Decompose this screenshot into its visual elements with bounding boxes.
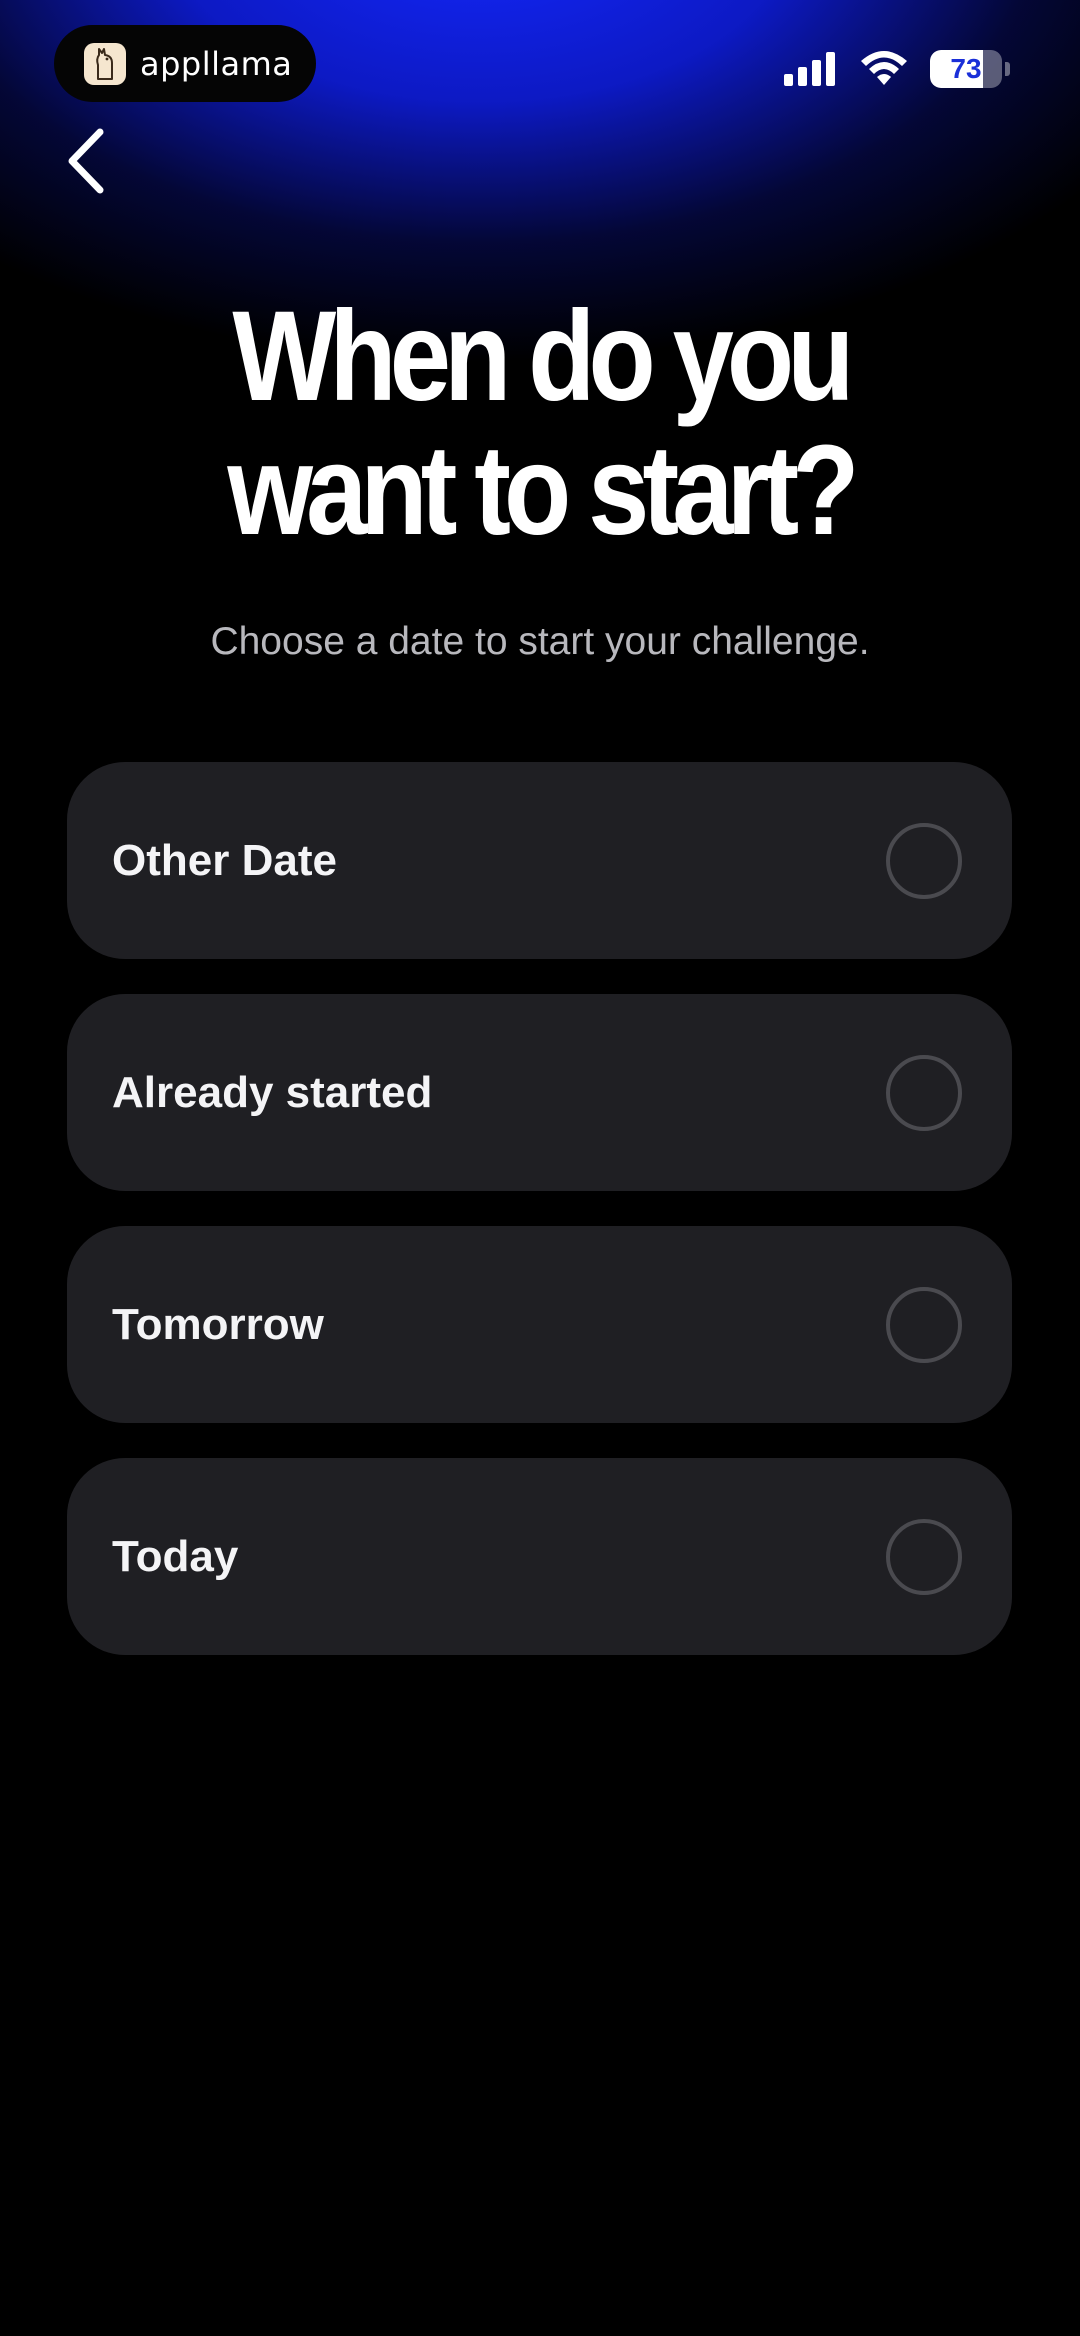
page-title-line-1: When do you bbox=[232, 285, 854, 428]
option-tomorrow[interactable]: Tomorrow bbox=[67, 1226, 1012, 1423]
option-today[interactable]: Today bbox=[67, 1458, 1012, 1655]
app-pill[interactable]: appllama bbox=[54, 25, 316, 102]
start-date-options: Other Date Already started Tomorrow Toda… bbox=[67, 762, 1012, 1690]
page-title: When do you want to start? bbox=[76, 290, 1005, 558]
option-already-started[interactable]: Already started bbox=[67, 994, 1012, 1191]
status-bar: 73 bbox=[784, 50, 1010, 88]
battery-percent: 73 bbox=[950, 53, 982, 84]
app-pill-label: appllama bbox=[140, 44, 293, 83]
chevron-left-icon bbox=[68, 128, 104, 194]
battery-indicator: 73 bbox=[930, 50, 1002, 88]
page-subtitle: Choose a date to start your challenge. bbox=[210, 620, 870, 663]
page-title-line-2: want to start? bbox=[227, 419, 859, 562]
radio-button[interactable] bbox=[886, 1054, 962, 1131]
option-label: Other Date bbox=[112, 835, 337, 885]
option-label: Today bbox=[112, 1531, 239, 1581]
llama-icon bbox=[84, 42, 126, 85]
radio-button[interactable] bbox=[886, 1286, 962, 1363]
wifi-icon bbox=[861, 51, 907, 85]
radio-button[interactable] bbox=[886, 822, 962, 899]
cellular-signal-icon bbox=[784, 52, 835, 86]
radio-button[interactable] bbox=[886, 1518, 962, 1595]
option-label: Tomorrow bbox=[112, 1299, 324, 1349]
option-label: Already started bbox=[112, 1067, 433, 1117]
option-other-date[interactable]: Other Date bbox=[67, 762, 1012, 959]
back-button[interactable] bbox=[62, 126, 112, 196]
battery-cap bbox=[1005, 62, 1010, 76]
